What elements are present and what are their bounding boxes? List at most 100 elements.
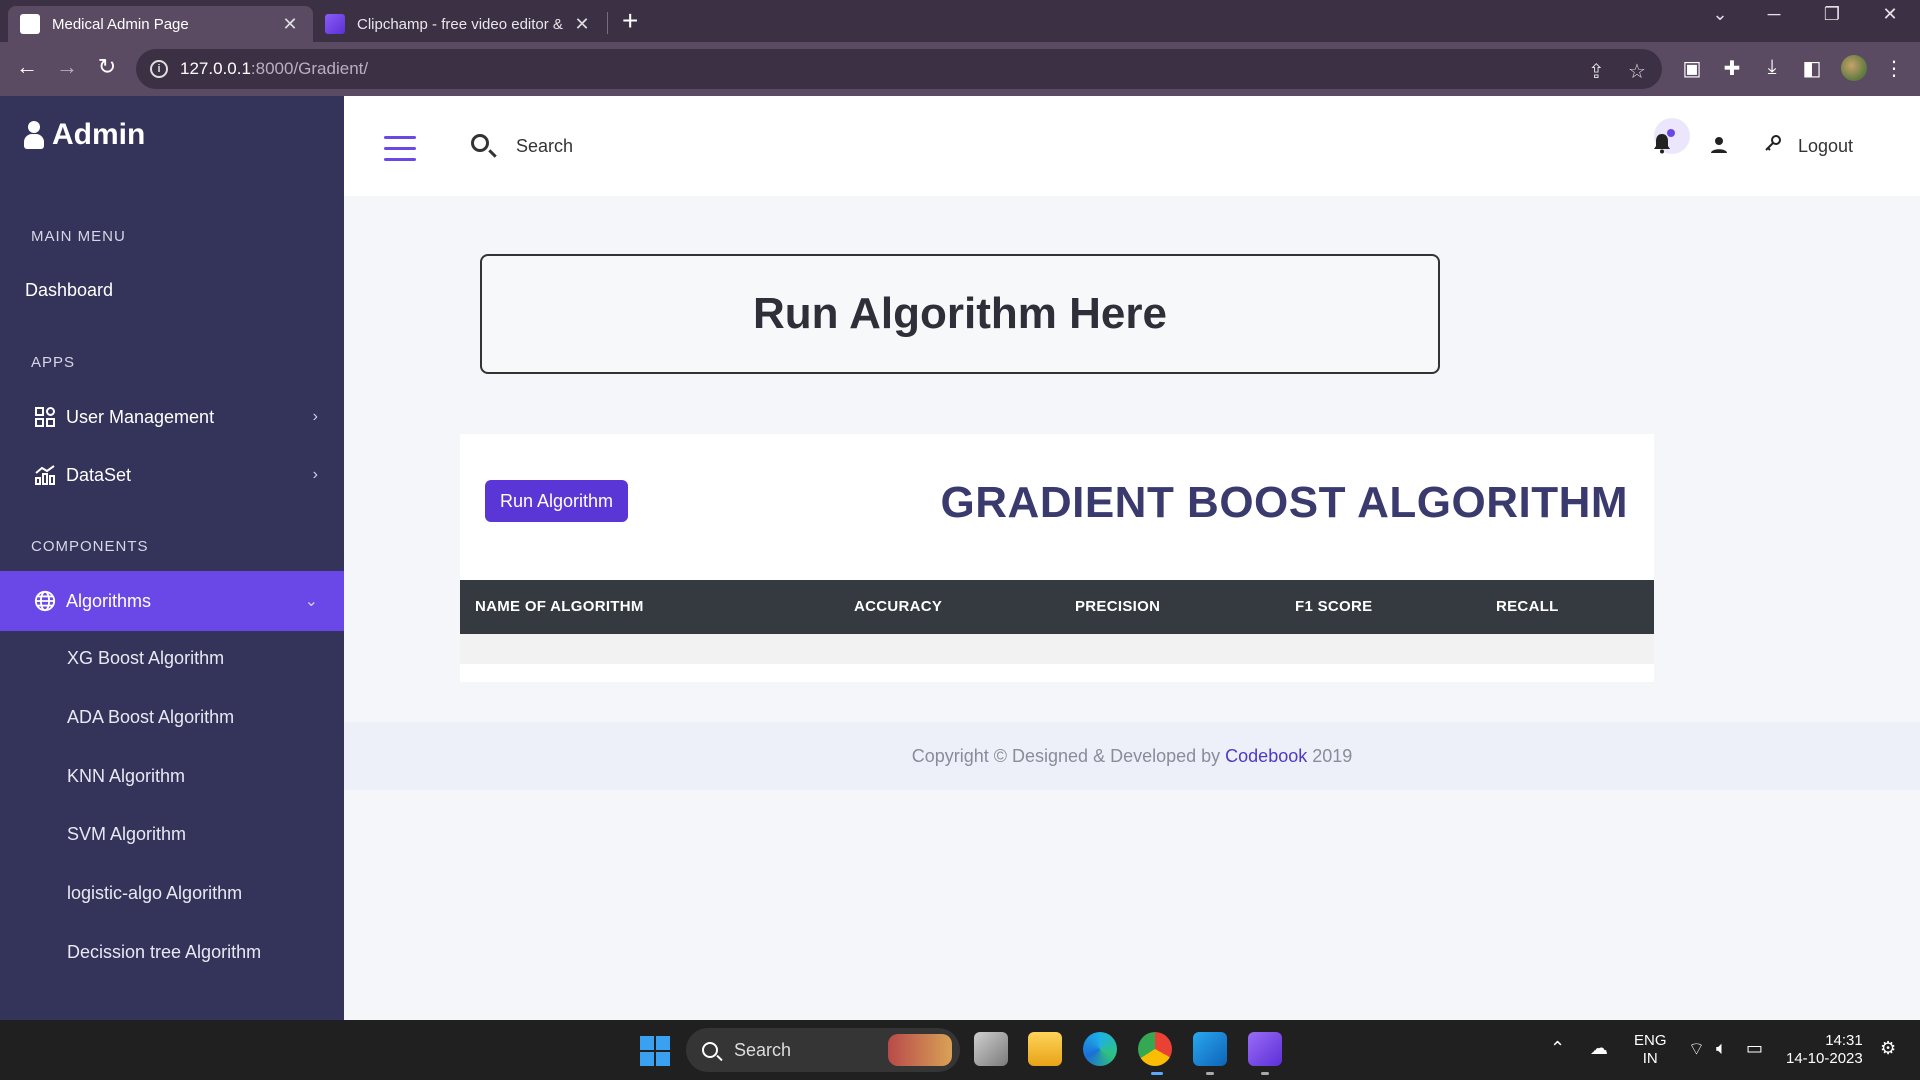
user-icon [24, 121, 44, 149]
search-input[interactable]: Search [516, 136, 573, 157]
file-explorer-icon[interactable] [1028, 1032, 1062, 1066]
browser-menu-icon[interactable]: ⋮ [1880, 56, 1908, 81]
tab-title: Clipchamp - free video editor & [357, 15, 563, 33]
bell-icon[interactable] [1652, 132, 1672, 159]
task-view-icon[interactable] [974, 1032, 1008, 1066]
taskbar-search-label: Search [734, 1039, 792, 1060]
address-bar[interactable]: i 127.0.0.1:8000/Gradient/ ⇪ ☆ [136, 49, 1662, 89]
battery-icon[interactable]: ▭ [1746, 1038, 1763, 1059]
edge-browser-icon[interactable] [1083, 1032, 1117, 1066]
open-app-indicator [1206, 1072, 1214, 1075]
reload-icon[interactable]: ↻ [93, 54, 121, 80]
windows-start-icon[interactable] [640, 1036, 670, 1066]
extensions-puzzle-icon[interactable]: ✚ [1718, 56, 1746, 81]
results-table-header: NAME OF ALGORITHM ACCURACY PRECISION F1 … [460, 580, 1654, 634]
footer-copyright: Copyright © Designed & Developed by [911, 746, 1226, 766]
brand[interactable]: Admin [24, 118, 145, 152]
vscode-icon[interactable] [1193, 1032, 1227, 1066]
algorithm-card: Run Algorithm GRADIENT BOOST ALGORITHM N… [460, 434, 1654, 682]
user-profile-icon[interactable] [1710, 136, 1728, 159]
search-highlight-image [888, 1034, 952, 1066]
footer-codebook-link[interactable]: Codebook [1225, 746, 1307, 766]
hamburger-menu-icon[interactable] [384, 136, 416, 169]
back-icon[interactable]: ← [13, 54, 41, 80]
table-row [460, 634, 1654, 664]
new-tab-icon[interactable]: + [622, 5, 638, 37]
sidebar-subitem-adaboost[interactable]: ADA Boost Algorithm [67, 707, 234, 728]
restore-icon[interactable]: ❐ [1812, 4, 1852, 25]
wifi-icon[interactable]: ⌔ [1688, 1038, 1705, 1061]
key-icon [1764, 134, 1782, 157]
region-code: IN [1642, 1050, 1658, 1067]
taskbar-search[interactable]: Search [686, 1028, 960, 1072]
clipchamp-icon[interactable] [1248, 1032, 1282, 1066]
side-panel-icon[interactable]: ◧ [1798, 56, 1826, 81]
close-window-icon[interactable]: ✕ [1870, 4, 1910, 25]
bookmark-star-icon[interactable]: ☆ [1628, 59, 1646, 84]
browser-tab-active[interactable]: Medical Admin Page ✕ [8, 6, 313, 42]
run-algorithm-banner: Run Algorithm Here [480, 254, 1440, 374]
column-header-f1-score: F1 SCORE [1295, 598, 1373, 615]
active-app-indicator [1151, 1072, 1163, 1075]
show-hidden-icons-chevron-icon[interactable]: ⌃ [1550, 1038, 1565, 1059]
chevron-right-icon: › [312, 466, 318, 483]
tab-separator [607, 12, 608, 34]
sidebar-item-user-management[interactable]: User Management › [0, 392, 344, 442]
tab-search-icon[interactable]: ⌄ [1700, 4, 1740, 25]
tab-title: Medical Admin Page [52, 15, 189, 33]
language-code: ENG [1634, 1032, 1667, 1049]
close-tab-icon[interactable]: ✕ [571, 14, 593, 35]
volume-icon[interactable]: 🔈︎ [1716, 1038, 1727, 1059]
sidebar-subitem-decision-tree[interactable]: Decission tree Algorithm [67, 942, 261, 963]
logout-link[interactable]: Logout [1798, 136, 1853, 157]
algorithm-title: GRADIENT BOOST ALGORITHM [940, 478, 1628, 527]
sidebar-item-dashboard[interactable]: Dashboard [25, 280, 113, 301]
footer-year: 2019 [1307, 746, 1353, 766]
sidebar-item-label: User Management [66, 406, 215, 427]
top-header: Search Logout [344, 96, 1920, 196]
forward-icon[interactable]: → [53, 54, 81, 80]
column-header-precision: PRECISION [1075, 598, 1161, 615]
search-icon[interactable] [471, 134, 489, 152]
sidebar-subitem-knn[interactable]: KNN Algorithm [67, 766, 185, 787]
sidebar-subitem-logistic[interactable]: logistic-algo Algorithm [67, 883, 242, 904]
share-icon[interactable]: ⇪ [1588, 59, 1605, 84]
apps-heading: APPS [31, 354, 76, 371]
chevron-right-icon: › [312, 408, 318, 425]
main-menu-heading: MAIN MENU [31, 228, 126, 245]
chevron-down-icon: ⌄ [304, 593, 318, 610]
search-icon [702, 1042, 718, 1058]
column-header-name: NAME OF ALGORITHM [475, 598, 644, 615]
components-heading: COMPONENTS [31, 538, 149, 555]
open-app-indicator [1261, 1072, 1269, 1075]
run-algorithm-button[interactable]: Run Algorithm [485, 480, 628, 522]
sidebar-item-label: DataSet [66, 464, 132, 485]
sidebar-subitem-svm[interactable]: SVM Algorithm [67, 824, 186, 845]
page-favicon-icon [20, 14, 40, 34]
profile-avatar[interactable] [1841, 55, 1867, 81]
close-tab-icon[interactable]: ✕ [279, 14, 301, 35]
globe-icon [34, 590, 56, 612]
sidebar-item-algorithms[interactable]: Algorithms ⌄ [0, 571, 344, 631]
clock-time: 14:31 [1825, 1032, 1863, 1049]
clock-date: 14-10-2023 [1786, 1050, 1863, 1067]
language-indicator[interactable]: ENG IN [1634, 1032, 1667, 1068]
chart-icon [34, 464, 56, 486]
footer: Copyright © Designed & Developed by Code… [344, 722, 1920, 790]
page-title: Run Algorithm Here [753, 289, 1167, 338]
minimize-icon[interactable]: ─ [1754, 4, 1794, 25]
grid-icon [34, 406, 56, 428]
sidebar-item-dataset[interactable]: DataSet › [0, 450, 344, 500]
download-icon[interactable]: ⤓ [1758, 56, 1786, 79]
cloud-offline-icon[interactable]: ☁ [1590, 1038, 1608, 1059]
screencast-extension-icon[interactable]: ▣ [1678, 56, 1706, 81]
clock[interactable]: 14:31 14-10-2023 [1786, 1032, 1863, 1068]
chrome-browser-icon[interactable] [1138, 1032, 1172, 1066]
browser-tab-clipchamp[interactable]: Clipchamp - free video editor & ✕ [313, 6, 605, 42]
url-text: 127.0.0.1:8000/Gradient/ [180, 59, 369, 78]
sidebar-subitem-xgboost[interactable]: XG Boost Algorithm [67, 648, 224, 669]
site-info-icon[interactable]: i [150, 60, 168, 78]
notifications-icon[interactable]: ⚙ [1880, 1038, 1896, 1059]
sidebar: Admin MAIN MENU Dashboard APPS User Mana… [0, 96, 344, 1020]
sidebar-item-label: Algorithms [66, 590, 152, 611]
